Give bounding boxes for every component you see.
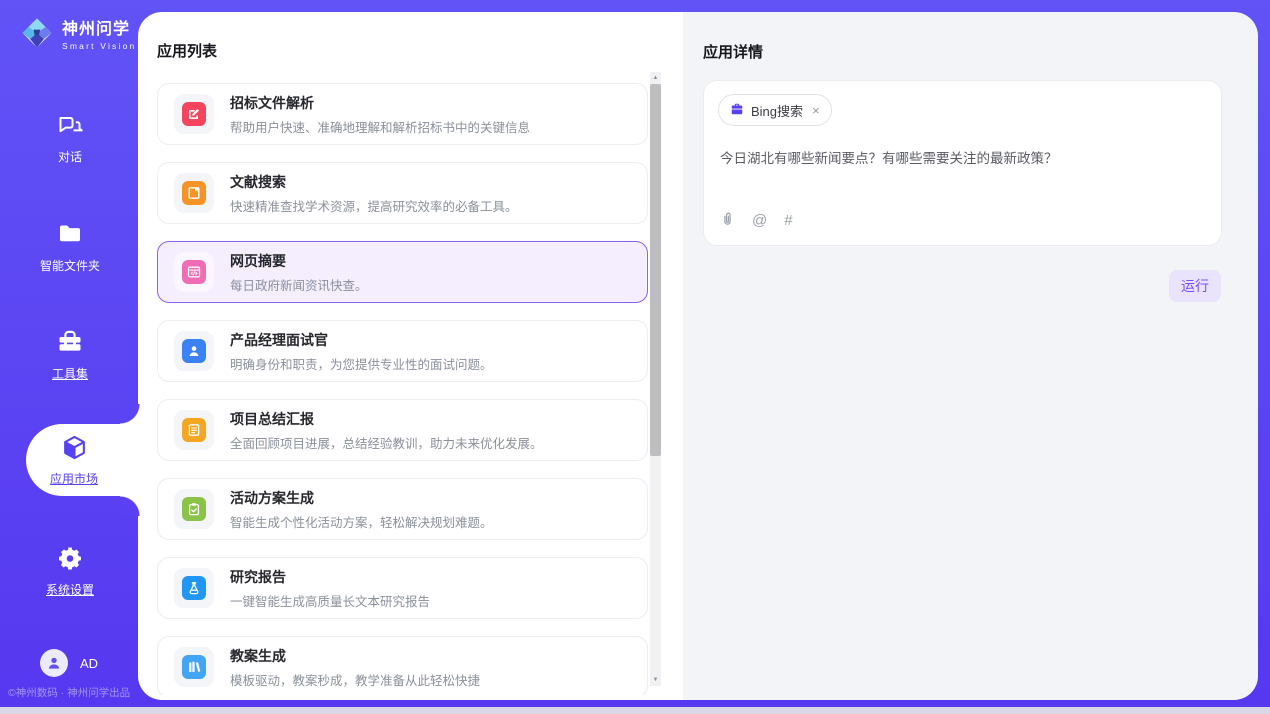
run-button[interactable]: 运行 — [1169, 270, 1221, 302]
app-root: 神州问学 Smart Vision 对话 智能文件夹 — [0, 0, 1270, 714]
books-icon — [182, 655, 206, 679]
app-icon-tile — [174, 252, 214, 292]
memo-icon — [182, 418, 206, 442]
app-card-lesson-plan[interactable]: 教案生成 模板驱动，教案秒成，教学准备从此轻松快捷 — [157, 636, 648, 695]
clipboard-check-icon — [182, 497, 206, 521]
sidebar-item-label: 智能文件夹 — [0, 257, 140, 274]
query-text-input[interactable]: 今日湖北有哪些新闻要点？有哪些需要关注的最新政策？ — [720, 149, 1205, 169]
mention-icon[interactable]: @ — [752, 212, 767, 229]
briefcase-icon — [730, 102, 744, 119]
app-card-title: 项目总结汇报 — [230, 409, 543, 429]
app-card-title: 招标文件解析 — [230, 93, 530, 113]
app-card-description: 每日政府新闻资讯快查。 — [230, 275, 368, 294]
scroll-down-icon[interactable]: ▼ — [650, 675, 661, 685]
app-card-title: 活动方案生成 — [230, 488, 493, 508]
query-card: Bing搜索 × 今日湖北有哪些新闻要点？有哪些需要关注的最新政策？ @ # — [703, 80, 1222, 246]
app-card-bid-analysis[interactable]: 招标文件解析 帮助用户快速、准确地理解和解析招标书中的关键信息 — [157, 83, 648, 145]
folder-icon — [57, 234, 83, 251]
user-name: AD — [80, 656, 98, 671]
app-card-description: 明确身份和职责，为您提供专业性的面试问题。 — [230, 354, 493, 373]
app-card-description: 帮助用户快速、准确地理解和解析招标书中的关键信息 — [230, 117, 530, 136]
sidebar-item-label: 系统设置 — [0, 581, 140, 598]
sidebar-item-toolkit[interactable]: 工具集 — [0, 329, 140, 382]
close-icon[interactable]: × — [812, 104, 820, 117]
app-card-title: 文献搜索 — [230, 172, 518, 192]
app-icon-tile — [174, 173, 214, 213]
app-card-description: 智能生成个性化活动方案，轻松解决规划难题。 — [230, 512, 493, 531]
app-card-title: 产品经理面试官 — [230, 330, 493, 350]
app-card-description: 快速精准查找学术资源，提高研究效率的必备工具。 — [230, 196, 518, 215]
paperclip-icon[interactable] — [720, 210, 735, 231]
tool-tag-bing-search[interactable]: Bing搜索 × — [718, 94, 832, 126]
sidebar-item-app-market[interactable]: 应用市场 — [26, 424, 140, 496]
gear-icon — [57, 558, 83, 575]
app-detail-panel: 应用详情 Bing搜索 × 今日湖北有哪些新闻要点？有哪些需要关注的最新政策？ — [683, 12, 1258, 700]
brand-logo-icon — [20, 16, 54, 55]
app-card-pm-interviewer[interactable]: 产品经理面试官 明确身份和职责，为您提供专业性的面试问题。 — [157, 320, 648, 382]
chat-icon — [57, 125, 83, 142]
research-icon — [182, 576, 206, 600]
copyright-footer: ©神州数码 · 神州问学出品 — [8, 685, 130, 700]
edit-doc-icon — [182, 102, 206, 126]
sidebar-item-label: 对话 — [0, 148, 140, 165]
sidebar: 神州问学 Smart Vision 对话 智能文件夹 — [0, 0, 140, 707]
sidebar-item-chat[interactable]: 对话 — [0, 112, 140, 165]
app-card-list: 招标文件解析 帮助用户快速、准确地理解和解析招标书中的关键信息 文献搜索 快速精… — [157, 83, 648, 695]
app-list-panel: 应用列表 招标文件解析 帮助用户快速、准确地理解和解析招标书中的关键信息 — [138, 12, 683, 700]
attachment-toolbar: @ # — [720, 210, 793, 231]
hashtag-icon[interactable]: # — [784, 212, 792, 229]
app-card-project-summary[interactable]: 项目总结汇报 全面回顾项目进展，总结经验教训，助力未来优化发展。 — [157, 399, 648, 461]
sidebar-item-smart-folder[interactable]: 智能文件夹 — [0, 221, 140, 274]
interviewer-icon — [182, 339, 206, 363]
sidebar-item-label: 应用市场 — [50, 470, 98, 487]
scroll-up-icon[interactable]: ▲ — [650, 73, 661, 83]
brand: 神州问学 Smart Vision — [20, 16, 136, 55]
user-account[interactable]: AD — [40, 649, 98, 677]
brand-subtitle: Smart Vision — [62, 41, 136, 51]
brand-name: 神州问学 — [62, 21, 136, 39]
scrollbar-thumb[interactable] — [650, 84, 661, 456]
app-card-description: 全面回顾项目进展，总结经验教训，助力未来优化发展。 — [230, 433, 543, 452]
app-card-event-plan[interactable]: 活动方案生成 智能生成个性化活动方案，轻松解决规划难题。 — [157, 478, 648, 540]
sidebar-item-settings[interactable]: 系统设置 — [0, 545, 140, 598]
app-card-description: 模板驱动，教案秒成，教学准备从此轻松快捷 — [230, 670, 480, 689]
cube-icon — [61, 434, 88, 466]
app-card-research-report[interactable]: 研究报告 一键智能生成高质量长文本研究报告 — [157, 557, 648, 619]
app-card-title: 研究报告 — [230, 567, 430, 587]
app-icon-tile — [174, 94, 214, 134]
list-scrollbar[interactable]: ▲ ▼ — [650, 72, 661, 686]
app-card-title: 教案生成 — [230, 646, 480, 666]
app-list-title: 应用列表 — [157, 40, 217, 61]
app-icon-tile — [174, 410, 214, 450]
avatar — [40, 649, 68, 677]
tool-tag-label: Bing搜索 — [751, 101, 803, 120]
app-icon-tile — [174, 647, 214, 687]
app-detail-title: 应用详情 — [703, 41, 763, 62]
app-icon-tile — [174, 331, 214, 371]
sidebar-item-label: 工具集 — [0, 365, 140, 382]
app-card-description: 一键智能生成高质量长文本研究报告 — [230, 591, 430, 610]
web-code-icon — [182, 260, 206, 284]
app-card-title: 网页摘要 — [230, 251, 368, 271]
app-card-web-summary[interactable]: 网页摘要 每日政府新闻资讯快查。 — [157, 241, 648, 303]
app-card-literature-search[interactable]: 文献搜索 快速精准查找学术资源，提高研究效率的必备工具。 — [157, 162, 648, 224]
toolbox-icon — [57, 342, 83, 359]
app-icon-tile — [174, 489, 214, 529]
app-icon-tile — [174, 568, 214, 608]
book-icon — [182, 181, 206, 205]
